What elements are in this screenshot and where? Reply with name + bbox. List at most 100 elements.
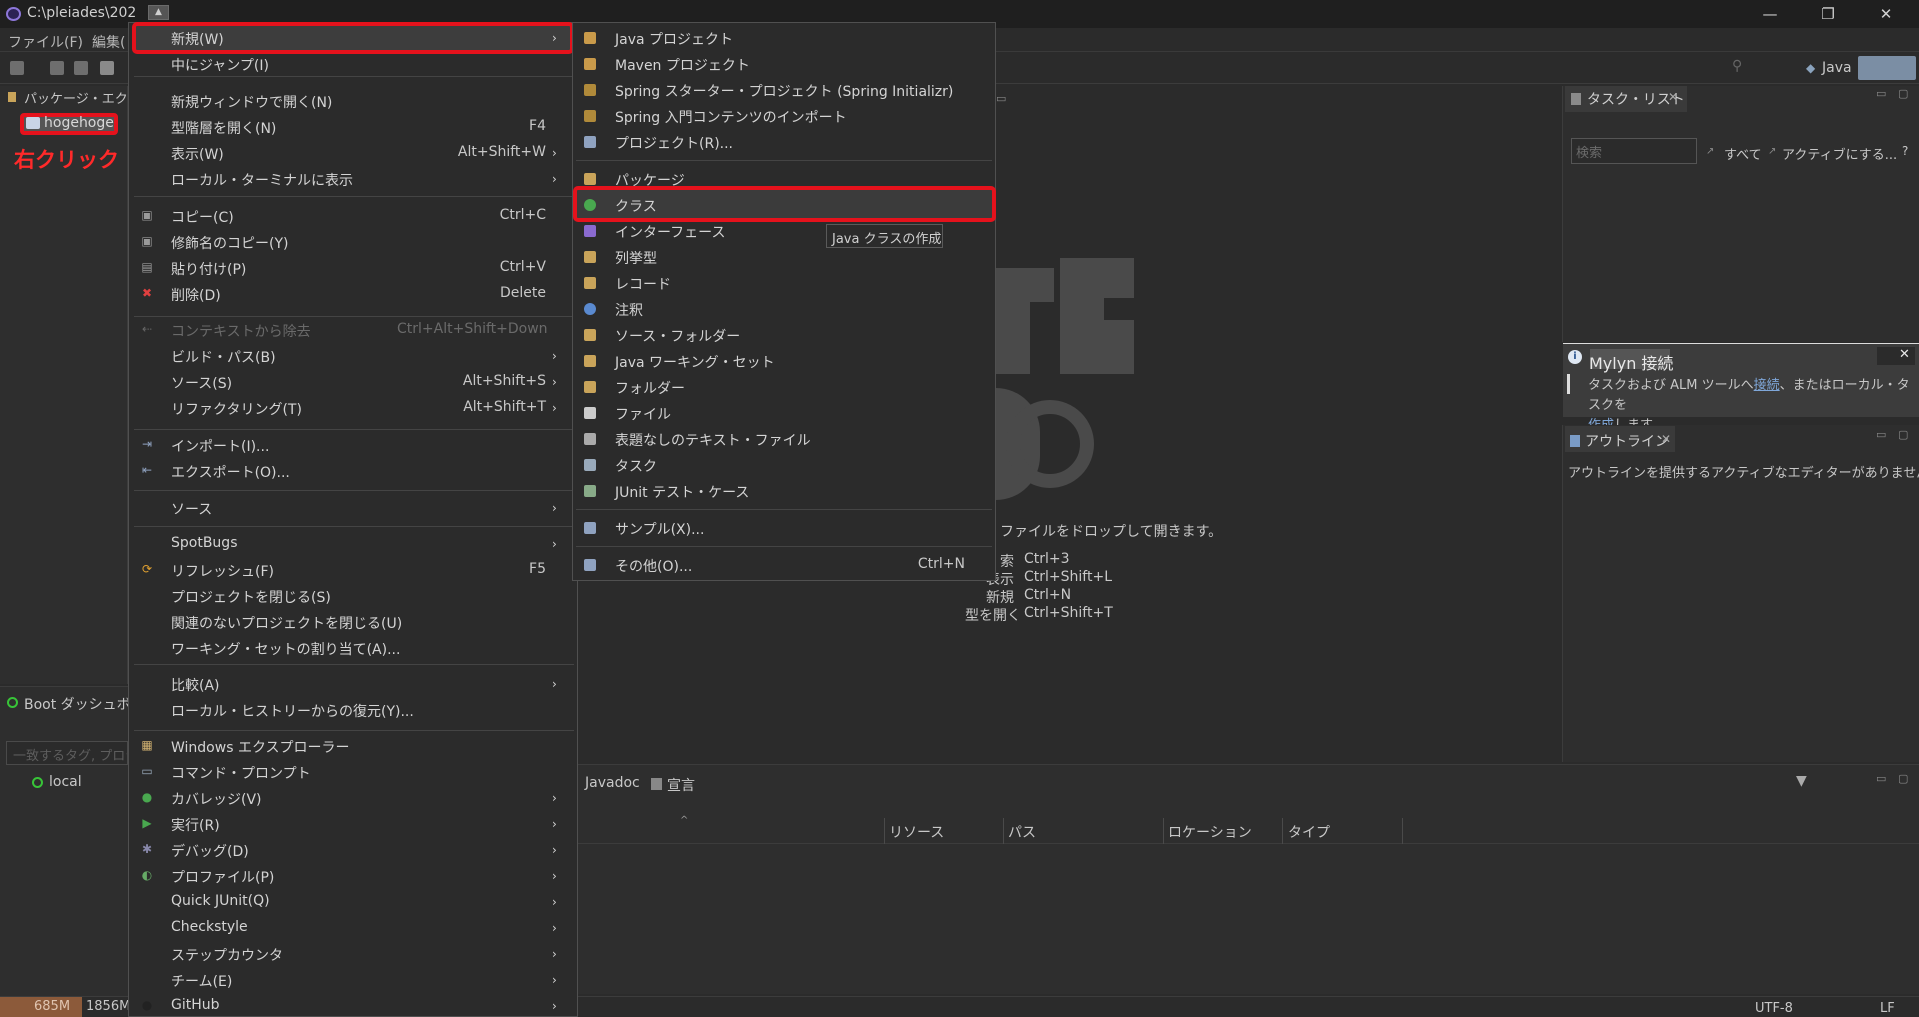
context-menu-item[interactable]: ステップカウンタ [171,945,283,965]
context-menu-item[interactable]: プロファイル(P) [171,867,274,887]
context-menu-item[interactable]: ワーキング・セットの割り当て(A)... [171,639,400,659]
submenu-item[interactable]: クラス [615,196,657,216]
column-location[interactable]: ロケーション [1168,822,1252,842]
perspective-button[interactable] [1858,56,1916,80]
back-icon[interactable] [100,61,114,75]
submenu-item[interactable]: 表題なしのテキスト・ファイル [615,430,811,450]
submenu-item[interactable]: サンプル(X)... [615,519,704,539]
menu-scroll-up-icon[interactable]: ▲ [148,5,169,20]
menu-edit[interactable]: 編集( [92,32,125,52]
context-menu-item[interactable]: Windows エクスプローラー [171,737,350,757]
submenu-item[interactable]: 注釈 [615,300,643,320]
panel-maximize-icon[interactable]: ▢ [1898,428,1908,441]
save-all-icon[interactable] [74,61,88,75]
submenu-item[interactable]: JUnit テスト・ケース [615,482,749,502]
submenu-item[interactable]: インターフェース [615,222,725,242]
context-menu-item[interactable]: エクスポート(O)... [171,462,290,482]
local-server-item[interactable]: local [49,774,82,790]
task-search-input[interactable]: 検索 [1571,138,1697,164]
project-label[interactable]: hogehoge [44,115,114,131]
context-menu-item[interactable]: ローカル・ヒストリーからの復元(Y)... [171,701,414,721]
context-menu-item[interactable]: 実行(R) [171,815,220,835]
submenu-item[interactable]: パッケージ [615,170,685,190]
menu-file[interactable]: ファイル(F) [8,32,83,52]
submenu-item[interactable]: Java プロジェクト [615,29,733,49]
submenu-item[interactable]: Spring 入門コンテンツのインポート [615,107,847,127]
tab-javadoc[interactable]: Javadoc [585,775,640,791]
column-resource[interactable]: リソース [889,822,944,842]
context-menu-item[interactable]: カバレッジ(V) [171,789,262,809]
editor-minimize-icon[interactable]: ▭ [996,92,1006,105]
close-window-button[interactable]: ✕ [1866,3,1906,25]
context-menu-item[interactable]: ビルド・パス(B) [171,347,276,367]
context-menu-item[interactable]: 修飾名のコピー(Y) [171,233,288,253]
context-menu-item[interactable]: 中にジャンプ(I) [171,55,269,75]
submenu-item[interactable]: Maven プロジェクト [615,55,750,75]
panel-maximize-icon[interactable]: ▢ [1898,87,1908,100]
column-separator[interactable] [1282,818,1283,844]
column-separator[interactable] [1003,818,1004,844]
context-menu-item[interactable]: ソース [171,499,212,519]
tab-boot-dashboard[interactable]: Boot ダッシュボー [24,694,145,714]
minimize-button[interactable]: — [1750,3,1790,25]
panel-minimize-icon[interactable]: ▭ [1876,87,1886,100]
column-separator[interactable] [1402,818,1403,844]
panel-minimize-icon[interactable]: ▭ [1876,772,1886,785]
context-menu-item[interactable]: リフレッシュ(F) [171,561,274,581]
panel-minimize-icon[interactable]: ▭ [1876,428,1886,441]
context-menu-item[interactable]: デバッグ(D) [171,841,249,861]
submenu-item[interactable]: プロジェクト(R)... [615,133,733,153]
maximize-button[interactable]: ❐ [1808,3,1848,25]
context-menu-item[interactable]: 比較(A) [171,675,220,695]
task-filter-all[interactable]: すべて [1724,144,1762,163]
close-icon[interactable]: ✕ [1668,90,1678,104]
context-menu-item[interactable]: 新規ウィンドウで開く(N) [171,92,332,112]
line-ending-status[interactable]: LF [1880,1001,1895,1016]
submenu-item[interactable]: Spring スターター・プロジェクト (Spring Initializr) [615,81,953,101]
context-menu-item[interactable]: プロジェクトを閉じる(S) [171,587,331,607]
context-menu-item[interactable]: Checkstyle [171,919,248,935]
column-separator[interactable] [1163,818,1164,844]
help-icon[interactable]: ? [1902,144,1908,158]
encoding-status[interactable]: UTF-8 [1755,1001,1793,1016]
tab-declaration[interactable]: 宣言 [667,775,695,795]
column-separator[interactable] [884,818,885,844]
context-menu-item[interactable]: 貼り付け(P) [171,259,246,279]
context-menu-item[interactable]: 削除(D) [171,285,221,305]
column-type[interactable]: タイプ [1288,822,1330,842]
context-menu-item[interactable]: リファクタリング(T) [171,399,302,419]
submenu-item[interactable]: ファイル [615,404,671,424]
submenu-item[interactable]: 列挙型 [615,248,657,268]
context-menu-item[interactable]: 表示(W) [171,144,224,164]
context-menu-item[interactable]: チーム(E) [171,971,232,991]
context-menu-item[interactable]: ソース(S) [171,373,232,393]
context-menu-item[interactable]: 関連のないプロジェクトを閉じる(U) [171,613,402,633]
submenu-item[interactable]: レコード [615,274,671,294]
column-path[interactable]: パス [1008,822,1036,842]
save-icon[interactable] [50,61,64,75]
context-menu-item[interactable]: 型階層を開く(N) [171,118,276,138]
search-icon[interactable]: ⚲ [1732,58,1742,74]
submenu-item[interactable]: タスク [615,456,657,476]
close-icon[interactable]: ✕ [1661,432,1671,446]
context-menu-item[interactable]: GitHub [171,997,220,1013]
mylyn-close-icon[interactable]: ✕ [1899,347,1910,362]
connect-link[interactable]: 接続 [1754,378,1780,393]
context-menu-item[interactable]: 新規(W) [171,29,224,49]
context-menu-item[interactable]: コマンド・プロンプト [171,763,311,783]
context-menu-item[interactable]: SpotBugs [171,535,238,551]
sort-icon[interactable]: ^ [680,815,688,826]
submenu-item[interactable]: フォルダー [615,378,685,398]
task-activate[interactable]: アクティブにする... [1782,144,1897,163]
new-icon[interactable] [10,61,24,75]
filter-icon[interactable]: ▼ [1796,773,1807,789]
submenu-item[interactable]: その他(O)... [615,556,692,576]
submenu-item[interactable]: Java ワーキング・セット [615,352,775,372]
panel-maximize-icon[interactable]: ▢ [1898,772,1908,785]
context-menu-item[interactable]: ローカル・ターミナルに表示 [171,170,353,190]
context-menu-item[interactable]: インポート(I)... [171,436,269,456]
boot-filter-input[interactable]: 一致するタグ, プロジ [6,741,128,765]
perspective-label[interactable]: Java [1822,60,1852,76]
context-menu-item[interactable]: Quick JUnit(Q) [171,893,270,909]
context-menu-item[interactable]: コピー(C) [171,207,234,227]
